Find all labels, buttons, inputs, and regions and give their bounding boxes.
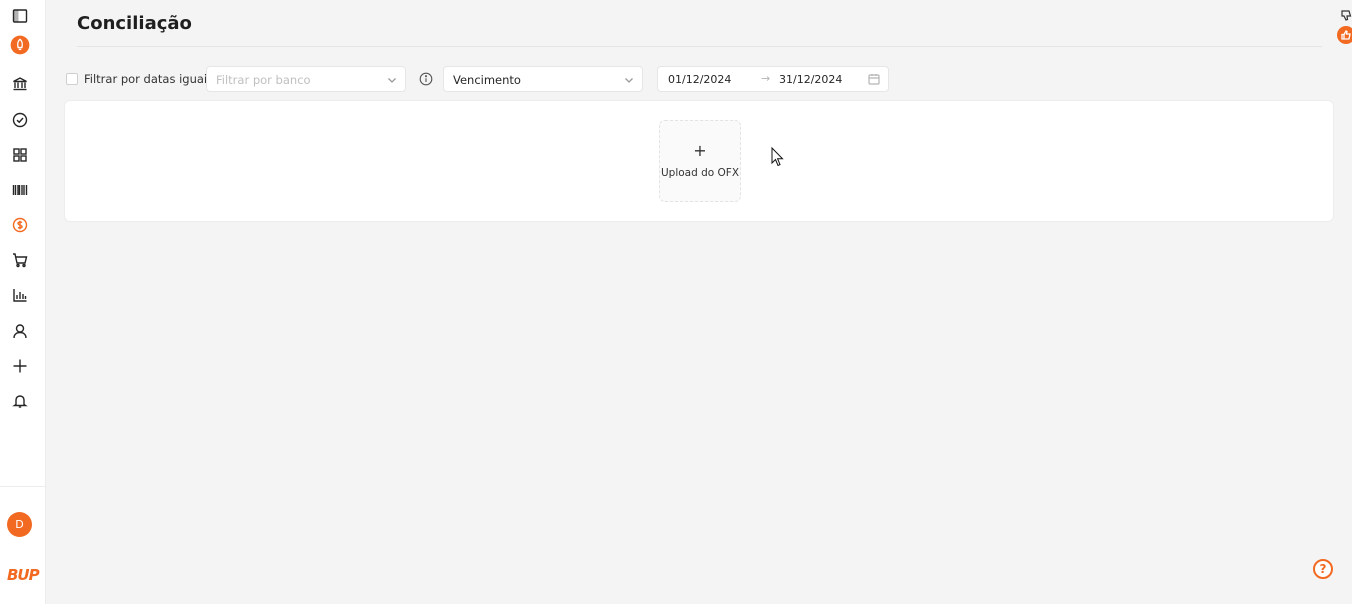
- dislike-icon[interactable]: [1340, 6, 1352, 21]
- date-type-select[interactable]: Vencimento: [443, 66, 643, 92]
- bank-icon[interactable]: [10, 74, 30, 94]
- barcode-icon[interactable]: [10, 180, 30, 200]
- upload-ofx-button[interactable]: + Upload do OFX: [659, 120, 741, 202]
- brand-logo: BUP: [7, 566, 40, 584]
- chevron-down-icon: [624, 74, 634, 84]
- bell-icon[interactable]: [10, 391, 30, 411]
- calendar-icon: [868, 73, 880, 85]
- same-dates-checkbox[interactable]: [66, 73, 78, 85]
- info-icon[interactable]: [419, 71, 433, 86]
- upload-ofx-label: Upload do OFX: [660, 167, 740, 179]
- chevron-down-icon: [387, 74, 397, 84]
- date-start-input[interactable]: 01/12/2024: [668, 73, 731, 86]
- date-range-arrow: →: [761, 72, 771, 85]
- cart-icon[interactable]: [10, 250, 30, 270]
- rocket-icon[interactable]: [10, 35, 30, 55]
- user-icon[interactable]: [10, 321, 30, 341]
- mouse-cursor-icon: [771, 146, 785, 167]
- avatar[interactable]: D: [7, 512, 32, 537]
- grid-icon[interactable]: [10, 145, 30, 165]
- check-circle-icon[interactable]: [10, 110, 30, 130]
- like-icon[interactable]: [1337, 26, 1352, 44]
- plus-icon[interactable]: [10, 356, 30, 376]
- sidebar-divider: [0, 486, 46, 487]
- title-divider: [77, 46, 1322, 47]
- page-title: Conciliação: [77, 13, 192, 34]
- date-end-input[interactable]: 31/12/2024: [779, 73, 842, 86]
- sidebar: D BUP: [0, 0, 46, 604]
- bank-filter-placeholder: Filtrar por banco: [216, 73, 311, 87]
- bar-chart-icon[interactable]: [10, 285, 30, 305]
- sidebar-toggle-icon[interactable]: [10, 6, 30, 26]
- plus-icon: +: [693, 141, 707, 160]
- same-dates-label[interactable]: Filtrar por datas iguais: [84, 72, 213, 86]
- help-button[interactable]: ?: [1313, 559, 1333, 579]
- bank-filter-select[interactable]: Filtrar por banco: [206, 66, 406, 92]
- reconciliation-card: + Upload do OFX: [64, 100, 1334, 222]
- dollar-circle-icon[interactable]: [10, 215, 30, 235]
- date-range-picker[interactable]: 01/12/2024 → 31/12/2024: [657, 66, 889, 92]
- date-type-value: Vencimento: [453, 73, 521, 87]
